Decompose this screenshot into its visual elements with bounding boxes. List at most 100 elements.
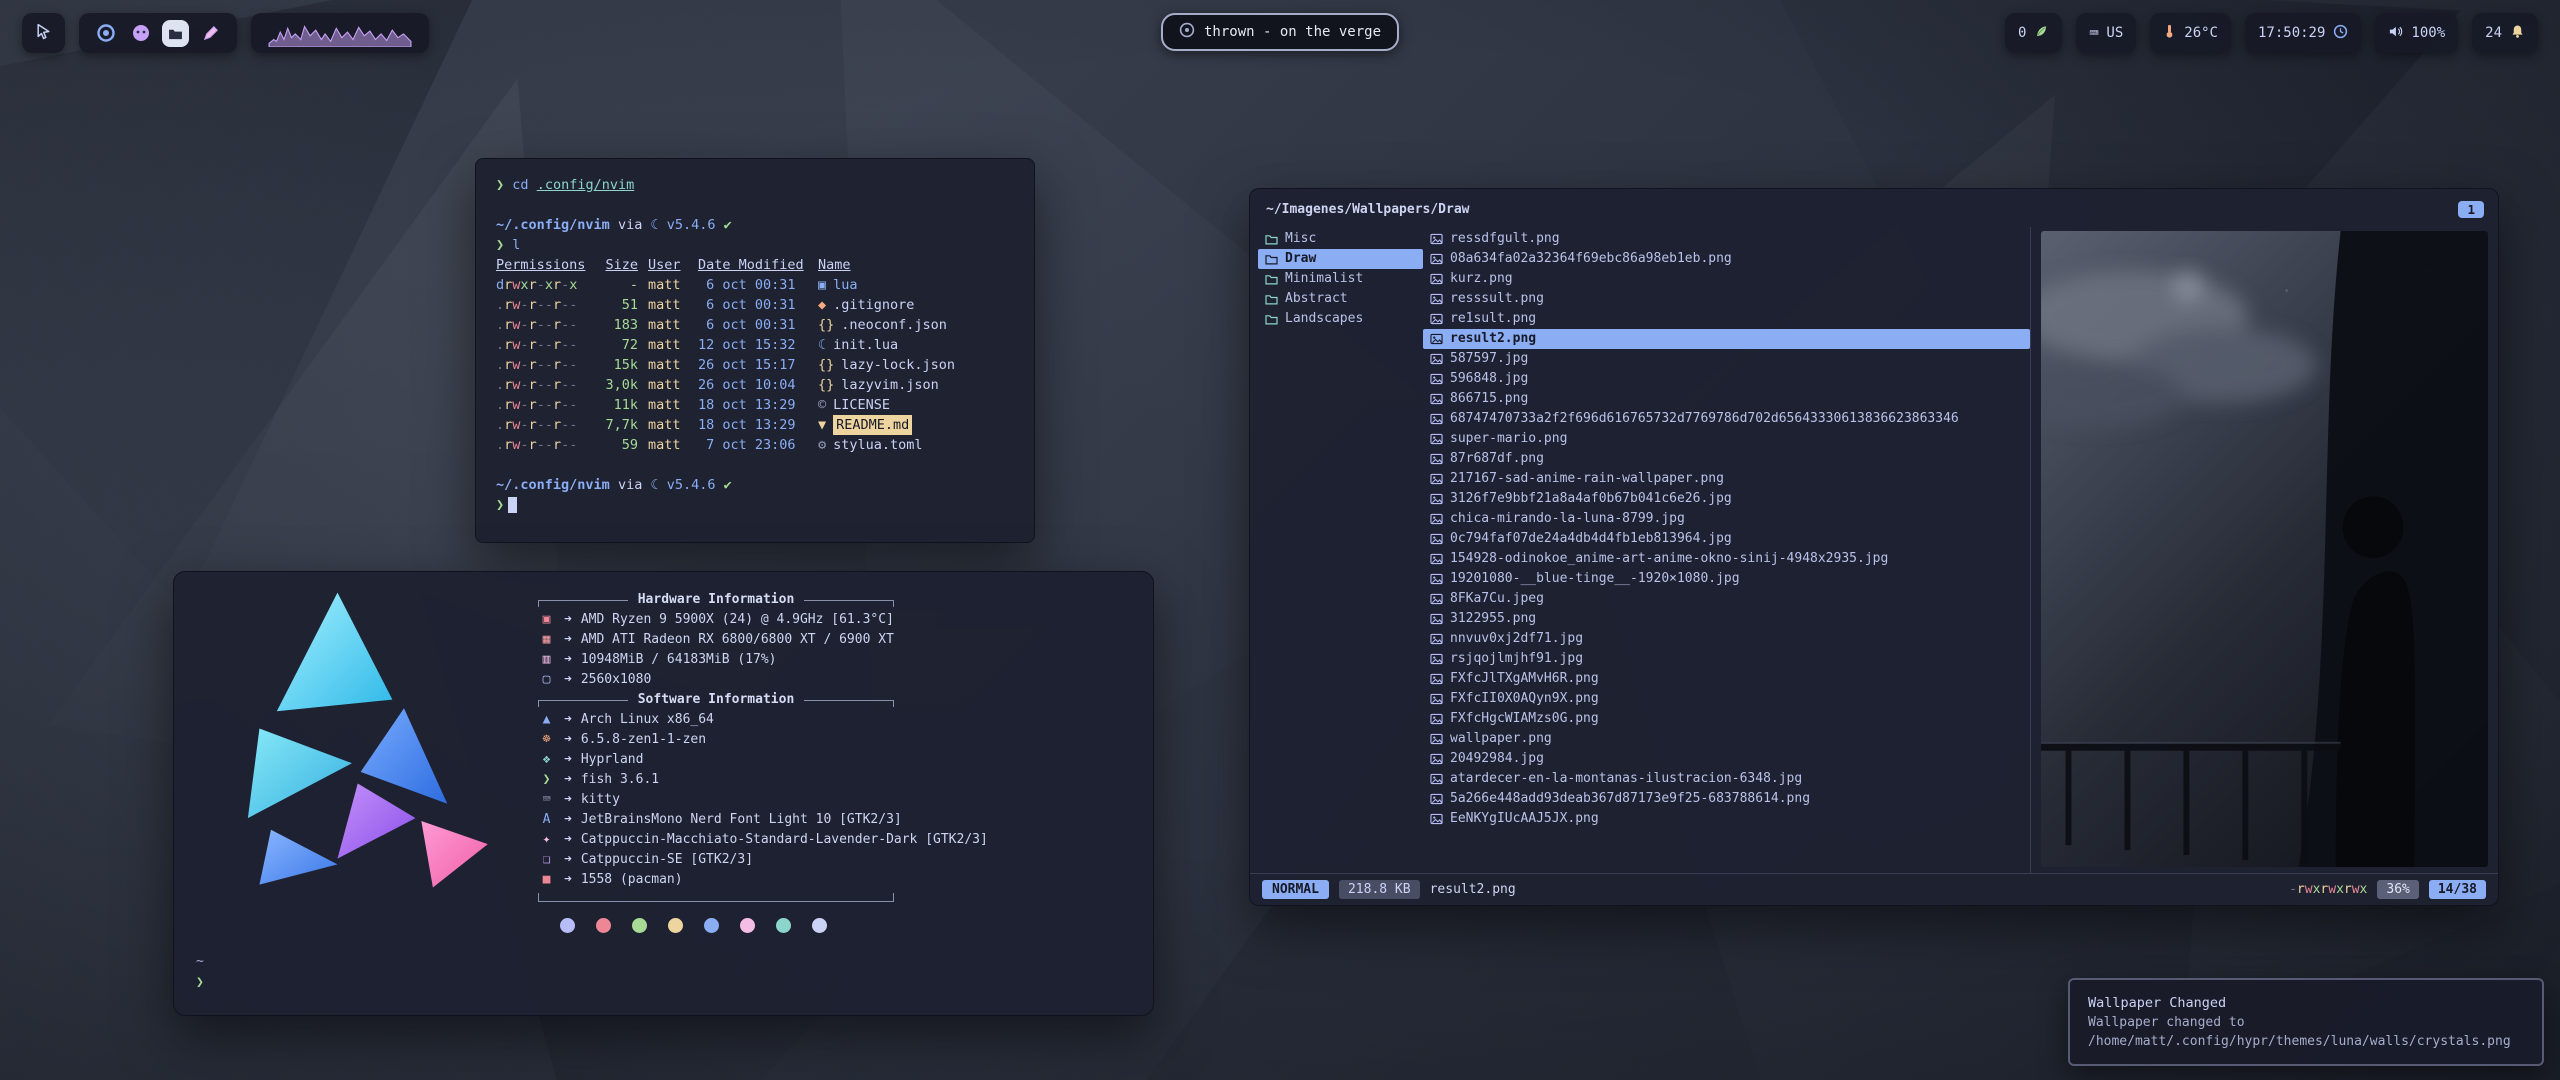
terminal-color-dots <box>560 918 1138 933</box>
color-dot <box>776 918 791 933</box>
clock-module[interactable]: 17:50:29 <box>2245 13 2361 53</box>
file-list-item[interactable]: 19201080-__blue-tinge__-1920×1080.jpg <box>1423 569 2030 589</box>
file-owner: matt <box>648 415 688 435</box>
updates-module[interactable]: 0 <box>2005 13 2062 53</box>
file-type-icon: ▣ <box>818 275 826 295</box>
file-manager-window[interactable]: ~/Imagenes/Wallpapers/Draw 1 Misc Draw <box>1249 188 2499 906</box>
notification-title: Wallpaper Changed <box>2088 993 2524 1013</box>
fetch-item: ▲ ➜ Arch Linux x86_64 <box>538 710 1138 730</box>
fetch-shell-prompt[interactable]: ~ ❯ <box>196 951 204 993</box>
file-list-item[interactable]: FXfcJlTXgAMvH6R.png <box>1423 669 2030 689</box>
notification-toast[interactable]: Wallpaper Changed Wallpaper changed to /… <box>2068 978 2544 1066</box>
terminal-window[interactable]: ❯ cd .config/nvim ~/.config/nvim via ☾ v… <box>475 158 1035 543</box>
file-type-icon: ⚙ <box>818 435 826 455</box>
file-list-item[interactable]: kurz.png <box>1423 269 2030 289</box>
terminal-command-line: ❯ cd .config/nvim <box>496 175 1014 195</box>
fetch-item-value: AMD Ryzen 9 5900X (24) @ 4.9GHz [61.3°C] <box>581 610 894 630</box>
file-name: re1sult.png <box>1450 309 1536 329</box>
file-list-item[interactable]: atardecer-en-la-montanas-ilustracion-634… <box>1423 769 2030 789</box>
keyboard-layout-module[interactable]: ⌨ US <box>2076 13 2136 53</box>
arrow-icon: ➜ <box>564 650 572 670</box>
file-listing-row: .rw-r--r-- 59 matt 7 oct 23:06 ⚙stylua.t… <box>496 435 1014 455</box>
file-list-item[interactable]: 20492984.jpg <box>1423 749 2030 769</box>
image-file-icon <box>1430 513 1443 525</box>
file-list-item[interactable]: 866715.png <box>1423 389 2030 409</box>
sidebar-directory-item[interactable]: Misc <box>1258 229 1423 249</box>
file-name: FXfcII0X0AQyn9X.png <box>1450 689 1599 709</box>
workspace-browser-icon[interactable] <box>92 20 119 47</box>
fastfetch-window[interactable]: Hardware Information ▣ ➜ AMD Ryzen 9 590… <box>173 571 1154 1016</box>
file-list-item[interactable]: 217167-sad-anime-rain-wallpaper.png <box>1423 469 2030 489</box>
file-size: 7,7k <box>590 415 638 435</box>
file-list-item[interactable]: rsjqojlmjhf91.jpg <box>1423 649 2030 669</box>
file-date: 6 oct 00:31 <box>698 315 808 335</box>
file-list-item[interactable]: EeNKYgIUcAAJ5JX.png <box>1423 809 2030 829</box>
color-dot <box>596 918 611 933</box>
selected-filename: result2.png <box>1430 882 1516 897</box>
file-list-item[interactable]: 587597.jpg <box>1423 349 2030 369</box>
fetch-item: ▢ ➜ 2560x1080 <box>538 670 1138 690</box>
file-listing-row: .rw-r--r-- 11k matt 18 oct 13:29 ©LICENS… <box>496 395 1014 415</box>
workspace-files-icon[interactable] <box>162 20 189 47</box>
sidebar-directory-item[interactable]: Minimalist <box>1258 269 1423 289</box>
file-list-item[interactable]: 3126f7e9bbf21a8a4af0b67b041c6e26.jpg <box>1423 489 2030 509</box>
file-list-item[interactable]: 8FKa7Cu.jpeg <box>1423 589 2030 609</box>
file-list-item[interactable]: 0c794faf07de24a4db4d4fb1eb813964.jpg <box>1423 529 2030 549</box>
workspace-chat-icon[interactable] <box>127 20 154 47</box>
music-track-label: thrown - on the verge <box>1204 24 1381 40</box>
file-list-item[interactable]: 68747470733a2f2f696d616765732d7769786d70… <box>1423 409 2030 429</box>
workspace-edit-icon[interactable] <box>197 20 224 47</box>
file-list-item[interactable]: 08a634fa02a32364f69ebc86a98eb1eb.png <box>1423 249 2030 269</box>
fetch-item: ▣ ➜ AMD Ryzen 9 5900X (24) @ 4.9GHz [61.… <box>538 610 1138 630</box>
image-file-icon <box>1430 233 1443 245</box>
file-name: 20492984.jpg <box>1450 749 1544 769</box>
file-name: chica-mirando-la-luna-8799.jpg <box>1450 509 1685 529</box>
sidebar-directory-item[interactable]: Abstract <box>1258 289 1423 309</box>
listing-header-user: User <box>648 255 688 275</box>
file-list-item[interactable]: re1sult.png <box>1423 309 2030 329</box>
audio-visualizer-module[interactable] <box>251 13 429 53</box>
fetch-item-value: 1558 (pacman) <box>581 870 683 890</box>
file-list-item[interactable]: resssult.png <box>1423 289 2030 309</box>
file-name: 8FKa7Cu.jpeg <box>1450 589 1544 609</box>
file-list-item[interactable]: chica-mirando-la-luna-8799.jpg <box>1423 509 2030 529</box>
image-file-icon <box>1430 553 1443 565</box>
bell-icon <box>2510 24 2525 43</box>
file-list-item[interactable]: FXfcHgcWIAMzs0G.png <box>1423 709 2030 729</box>
file-list-item[interactable]: super-mario.png <box>1423 429 2030 449</box>
temperature-module[interactable]: 26°C <box>2150 13 2231 53</box>
file-list-item[interactable]: nnvuv0xj2df71.jpg <box>1423 629 2030 649</box>
notifications-module[interactable]: 24 <box>2472 13 2538 53</box>
fetch-item-icon: ▲ <box>538 710 555 730</box>
image-file-icon <box>1430 673 1443 685</box>
file-owner: matt <box>648 295 688 315</box>
terminal-input-line[interactable]: ❯ <box>496 495 1014 515</box>
software-items: ▲ ➜ Arch Linux x86_64 ☸ ➜ 6.5.8-zen1-1-z… <box>538 710 1138 890</box>
file-size: 3,0k <box>590 375 638 395</box>
file-name: 3126f7e9bbf21a8a4af0b67b041c6e26.jpg <box>1450 489 1732 509</box>
file-list-item[interactable]: 596848.jpg <box>1423 369 2030 389</box>
file-date: 12 oct 15:32 <box>698 335 808 355</box>
file-list-item[interactable]: 154928-odinokoe_anime-art-anime-okno-sin… <box>1423 549 2030 569</box>
file-list-item[interactable]: 3122955.png <box>1423 609 2030 629</box>
file-list-item[interactable]: 5a266e448add93deab367d87173e9f25-6837886… <box>1423 789 2030 809</box>
file-manager-statusbar: NORMAL 218.8 KB result2.png -rwxrwxrwx 3… <box>1250 873 2498 905</box>
file-list-item[interactable]: 87r687df.png <box>1423 449 2030 469</box>
file-name: lazy-lock.json <box>841 355 955 375</box>
fetch-item-icon: ▢ <box>538 670 555 690</box>
directory-sidebar: Misc Draw Minimalist <box>1258 227 1423 873</box>
notifications-count: 24 <box>2485 25 2502 41</box>
sidebar-directory-item[interactable]: Landscapes <box>1258 309 1423 329</box>
tab-badge[interactable]: 1 <box>2458 201 2484 218</box>
image-file-icon <box>1430 813 1443 825</box>
listing-header-date: Date Modified <box>698 255 808 275</box>
file-list-item[interactable]: wallpaper.png <box>1423 729 2030 749</box>
file-list-item[interactable]: FXfcII0X0AQyn9X.png <box>1423 689 2030 709</box>
image-file-icon <box>1430 493 1443 505</box>
volume-module[interactable]: 100% <box>2375 13 2458 53</box>
file-list-item[interactable]: result2.png <box>1423 329 2030 349</box>
file-list-item[interactable]: ressdfgult.png <box>1423 229 2030 249</box>
launcher-button[interactable] <box>22 13 65 53</box>
sidebar-directory-item[interactable]: Draw <box>1258 249 1423 269</box>
music-player-module[interactable]: thrown - on the verge <box>1161 13 1399 51</box>
